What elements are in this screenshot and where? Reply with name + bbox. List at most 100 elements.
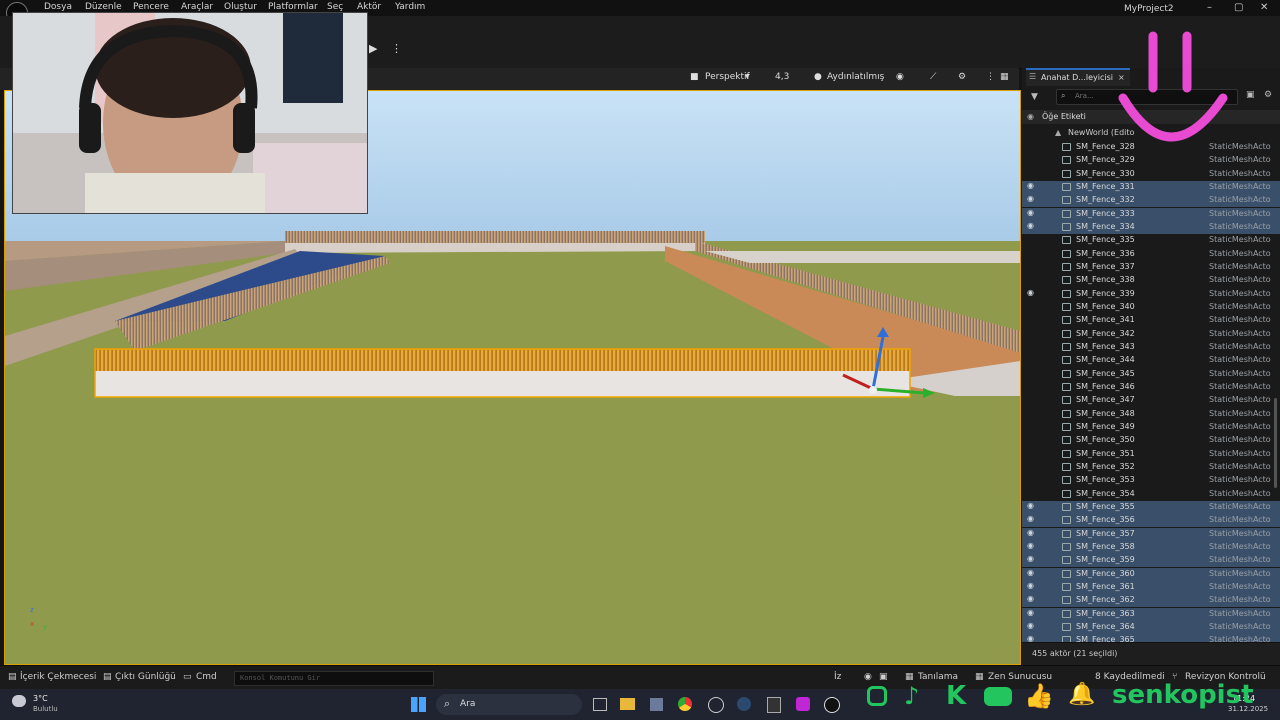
settings-icon[interactable]: ⚙: [958, 72, 966, 82]
visibility-eye-icon[interactable]: ◉: [1027, 568, 1036, 577]
visibility-eye-icon[interactable]: ◉: [1027, 208, 1036, 217]
menu-dosya[interactable]: Dosya: [44, 2, 72, 12]
filter-icon[interactable]: ▼: [1031, 92, 1038, 102]
actor-name: SM_Fence_343: [1076, 341, 1135, 351]
outliner-row[interactable]: ◉ SM_Fence_332 StaticMeshActo: [1022, 194, 1280, 208]
minimize-icon[interactable]: –: [1207, 2, 1212, 13]
outliner-row[interactable]: SM_Fence_351 StaticMeshActo: [1022, 448, 1280, 461]
outliner-scrollbar[interactable]: [1274, 398, 1277, 488]
menu-platformlar[interactable]: Platformlar: [268, 2, 318, 12]
visibility-eye-icon[interactable]: ◉: [1027, 514, 1036, 523]
speed-button[interactable]: 4,3: [775, 72, 789, 82]
outliner-row[interactable]: SM_Fence_330 StaticMeshActo: [1022, 168, 1280, 181]
visibility-eye-icon[interactable]: ◉: [1027, 501, 1036, 510]
task-view-icon[interactable]: [593, 698, 607, 711]
unreal-icon[interactable]: [824, 697, 840, 713]
snap-icon[interactable]: ⟋: [930, 72, 936, 82]
visibility-eye-icon[interactable]: ◉: [1027, 194, 1036, 203]
actor-name: SM_Fence_340: [1076, 301, 1135, 311]
visibility-eye-icon[interactable]: ◉: [1027, 288, 1036, 297]
outliner-row[interactable]: ◉ SM_Fence_331 StaticMeshActo: [1022, 180, 1280, 194]
visibility-eye-icon[interactable]: ◉: [1027, 581, 1036, 590]
actor-name: SM_Fence_357: [1076, 528, 1135, 538]
outliner-row[interactable]: SM_Fence_347 StaticMeshActo: [1022, 394, 1280, 407]
weather-temp[interactable]: 3°C: [33, 694, 48, 703]
visibility-eye-icon[interactable]: ◉: [1027, 221, 1036, 230]
file-explorer-icon[interactable]: [620, 698, 635, 710]
more-options-icon[interactable]: ⋮: [391, 42, 402, 55]
outliner-row[interactable]: ◉ SM_Fence_362 StaticMeshActo: [1022, 594, 1280, 608]
outliner-row[interactable]: SM_Fence_352 StaticMeshActo: [1022, 461, 1280, 474]
outliner-row[interactable]: ◉ SM_Fence_360 StaticMeshActo: [1022, 567, 1280, 581]
menu-olustur[interactable]: Oluştur: [224, 2, 257, 12]
menu-aktor[interactable]: Aktör: [357, 2, 381, 12]
outliner-row[interactable]: SM_Fence_350 StaticMeshActo: [1022, 434, 1280, 447]
outliner-row[interactable]: SM_Fence_337 StaticMeshActo: [1022, 261, 1280, 274]
outliner-row[interactable]: SM_Fence_345 StaticMeshActo: [1022, 368, 1280, 381]
outliner-row[interactable]: SM_Fence_348 StaticMeshActo: [1022, 408, 1280, 421]
outliner-row[interactable]: SM_Fence_353 StaticMeshActo: [1022, 474, 1280, 487]
visibility-eye-icon[interactable]: ◉: [1027, 608, 1036, 617]
outliner-row[interactable]: SM_Fence_338 StaticMeshActo: [1022, 274, 1280, 287]
menu-araclar[interactable]: Araçlar: [181, 2, 213, 12]
outliner-row[interactable]: ◉ SM_Fence_355 StaticMeshActo: [1022, 500, 1280, 514]
close-icon[interactable]: ✕: [1260, 2, 1268, 13]
show-icon[interactable]: ◉: [896, 72, 904, 82]
outliner-row[interactable]: ◉ SM_Fence_361 StaticMeshActo: [1022, 580, 1280, 594]
store-icon[interactable]: [650, 698, 663, 711]
menu-sec[interactable]: Seç: [327, 2, 343, 12]
start-icon[interactable]: [411, 697, 426, 712]
steam-icon[interactable]: [737, 697, 751, 711]
menu-duzenle[interactable]: Düzenle: [85, 2, 122, 12]
outliner-row[interactable]: ◉ SM_Fence_358 StaticMeshActo: [1022, 540, 1280, 554]
outliner-row[interactable]: SM_Fence_344 StaticMeshActo: [1022, 354, 1280, 367]
chrome-icon[interactable]: [678, 697, 692, 711]
visibility-eye-icon[interactable]: ◉: [1027, 528, 1036, 537]
visibility-eye-icon[interactable]: ◉: [1027, 594, 1036, 603]
visibility-eye-icon[interactable]: ◉: [1027, 181, 1036, 190]
app-icon[interactable]: [708, 697, 724, 713]
visibility-eye-icon[interactable]: ◉: [1027, 634, 1036, 643]
content-drawer-button[interactable]: İçerik Çekmecesi: [20, 672, 96, 682]
add-folder-icon[interactable]: ▣: [1246, 90, 1255, 100]
outliner-row[interactable]: ◉ SM_Fence_339 StaticMeshActo: [1022, 288, 1280, 301]
outliner-row[interactable]: SM_Fence_349 StaticMeshActo: [1022, 421, 1280, 434]
taskbar-search[interactable]: ⌕ Ara: [436, 694, 582, 715]
outliner-row[interactable]: SM_Fence_335 StaticMeshActo: [1022, 234, 1280, 247]
outliner-row[interactable]: ◉ SM_Fence_334 StaticMeshActo: [1022, 220, 1280, 234]
visibility-eye-icon[interactable]: ◉: [1027, 554, 1036, 563]
search-input[interactable]: Ara...: [1075, 92, 1094, 100]
outliner-row[interactable]: SM_Fence_346 StaticMeshActo: [1022, 381, 1280, 394]
settings-icon[interactable]: ⚙: [1264, 90, 1272, 100]
menu-pencere[interactable]: Pencere: [133, 2, 169, 12]
more-options-icon[interactable]: ⋮: [986, 72, 995, 82]
outliner-row[interactable]: SM_Fence_343 StaticMeshActo: [1022, 341, 1280, 354]
outliner-row[interactable]: SM_Fence_336 StaticMeshActo: [1022, 248, 1280, 261]
maximize-icon[interactable]: ▢: [1234, 2, 1243, 13]
visibility-eye-icon[interactable]: ◉: [1027, 621, 1036, 630]
outliner-row[interactable]: SM_Fence_354 StaticMeshActo: [1022, 488, 1280, 501]
outliner-row[interactable]: SM_Fence_341 StaticMeshActo: [1022, 314, 1280, 327]
play-icon[interactable]: ▶: [369, 42, 377, 55]
outliner-row[interactable]: SM_Fence_342 StaticMeshActo: [1022, 328, 1280, 341]
output-log-button[interactable]: Çıktı Günlüğü: [115, 672, 176, 682]
menu-yardim[interactable]: Yardım: [395, 2, 425, 12]
console-input[interactable]: Konsol Komutunu Gir: [234, 671, 434, 686]
visibility-eye-icon[interactable]: ◉: [1027, 541, 1036, 550]
lit-button[interactable]: Aydınlatılmış: [827, 72, 884, 82]
trace-button[interactable]: İz: [834, 672, 841, 682]
epic-icon[interactable]: [767, 697, 781, 713]
outliner-row[interactable]: SM_Fence_340 StaticMeshActo: [1022, 301, 1280, 314]
actor-name: SM_Fence_356: [1076, 515, 1135, 525]
outliner-row[interactable]: ◉ SM_Fence_364 StaticMeshActo: [1022, 620, 1280, 634]
outliner-row[interactable]: ◉ SM_Fence_363 StaticMeshActo: [1022, 607, 1280, 621]
layout-grid-icon[interactable]: ▦: [1000, 72, 1009, 82]
twitch-like-icon[interactable]: [796, 697, 810, 711]
perspective-button[interactable]: Perspektif: [705, 72, 750, 82]
cmd-dropdown[interactable]: Cmd: [196, 672, 217, 682]
column-label[interactable]: Öğe Etiketi: [1042, 112, 1086, 121]
outliner-row[interactable]: ◉ SM_Fence_357 StaticMeshActo: [1022, 527, 1280, 541]
outliner-row[interactable]: ◉ SM_Fence_356 StaticMeshActo: [1022, 514, 1280, 528]
outliner-row[interactable]: ◉ SM_Fence_359 StaticMeshActo: [1022, 554, 1280, 568]
outliner-row[interactable]: ◉ SM_Fence_333 StaticMeshActo: [1022, 207, 1280, 221]
